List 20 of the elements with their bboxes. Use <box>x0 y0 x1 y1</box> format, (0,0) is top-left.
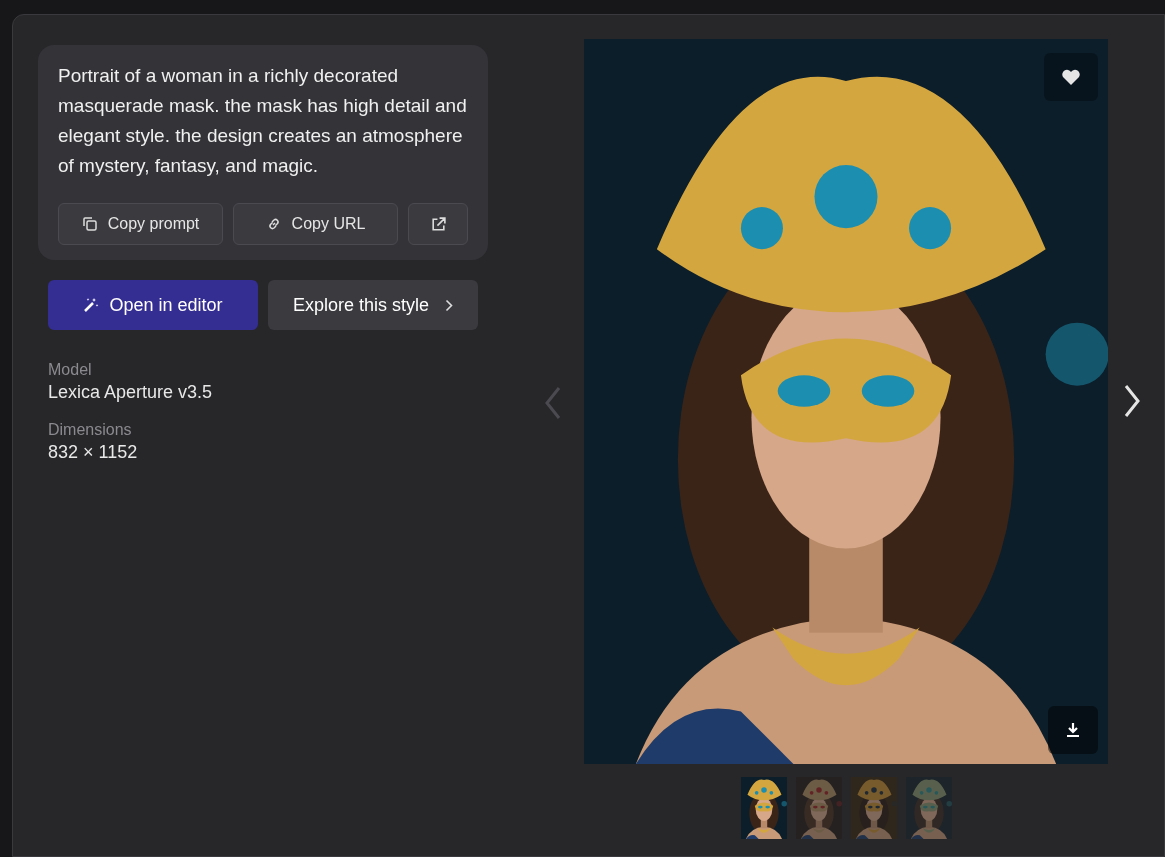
detail-label: Model <box>48 360 93 380</box>
download-button[interactable] <box>1048 706 1098 754</box>
favorite-button[interactable] <box>1044 53 1098 101</box>
detail-label: Dimensions <box>48 420 133 440</box>
prompt-text: Portrait of a woman in a richly decorated masquerade mask. the mask has high detail and elegant style. the design creates an atmosphere of mystery, fantasy, and magic. <box>58 64 468 178</box>
thumbnail[interactable] <box>741 777 787 839</box>
explore-style-button[interactable]: Explore this style <box>268 280 478 330</box>
open-in-editor-button[interactable]: Open in editor <box>48 280 258 330</box>
copy-icon <box>81 216 98 232</box>
external-link-icon <box>429 215 447 233</box>
open-external-button[interactable] <box>408 203 468 245</box>
chevron-right-icon <box>445 298 454 312</box>
copy-url-button[interactable]: Copy URL <box>233 203 398 245</box>
magic-wand-icon <box>83 297 100 313</box>
detail-value: 832 × 1152 <box>48 441 139 464</box>
chevron-right-icon <box>1123 384 1141 418</box>
chevron-left-icon <box>544 386 562 420</box>
copy-prompt-button[interactable]: Copy prompt <box>58 203 223 245</box>
detail-value: Lexica Aperture v3.5 <box>48 381 214 404</box>
download-icon <box>1064 721 1082 739</box>
